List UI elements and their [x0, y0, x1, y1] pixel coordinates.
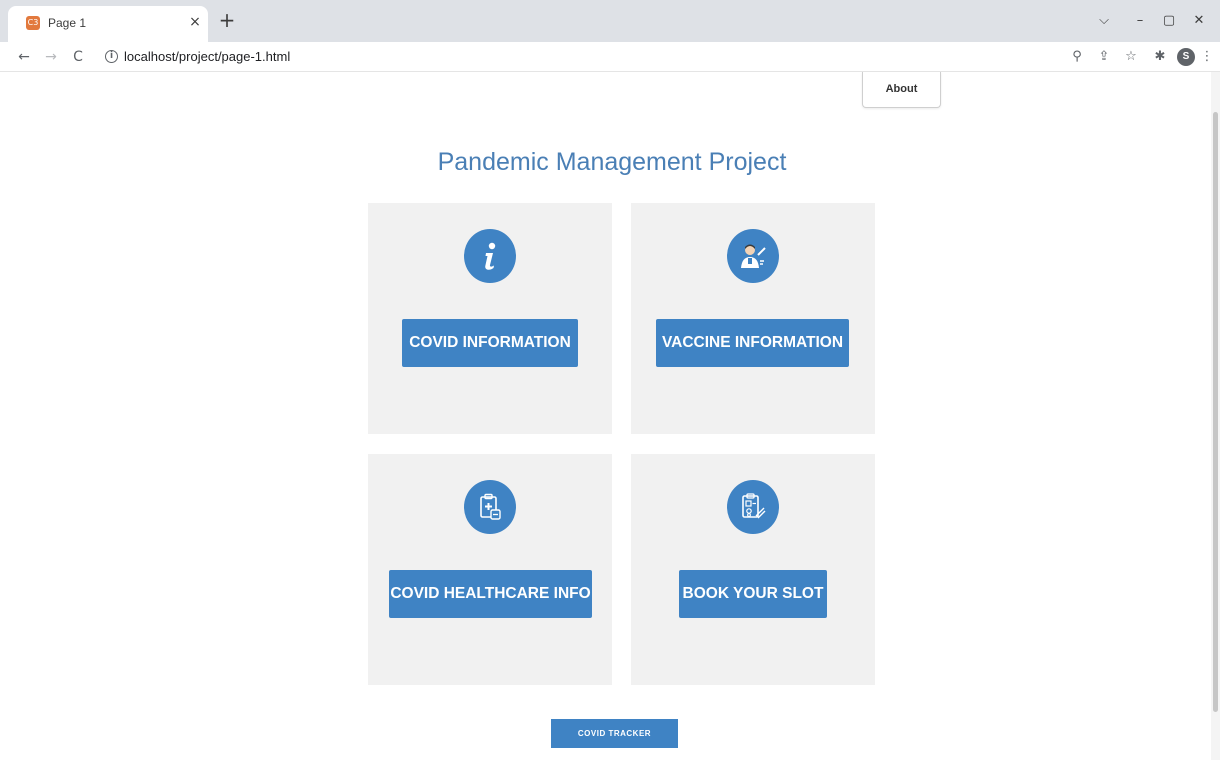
info-icon [464, 229, 516, 283]
browser-toolbar: ← → C i localhost/project/page-1.html ⚲ … [0, 42, 1220, 72]
browser-tab[interactable]: C3 Page 1 × [8, 6, 208, 42]
minimize-icon[interactable]: – [1129, 12, 1151, 30]
back-icon[interactable]: ← [14, 47, 34, 67]
reload-icon[interactable]: C [68, 47, 88, 67]
tab-close-icon[interactable]: × [186, 13, 204, 31]
close-window-icon[interactable]: ✕ [1188, 12, 1210, 30]
address-bar[interactable]: localhost/project/page-1.html [124, 49, 290, 64]
card-covid-healthcare-info: COVID HEALTHCARE INFO [368, 454, 612, 685]
card-vaccine-information: VACCINE INFORMATION [631, 203, 875, 434]
covid-information-button[interactable]: COVID INFORMATION [402, 319, 578, 367]
vaccine-icon [727, 229, 779, 283]
site-info-icon[interactable]: i [105, 50, 118, 63]
bookmark-star-icon[interactable]: ☆ [1122, 48, 1140, 66]
scrollbar-thumb[interactable] [1213, 112, 1218, 712]
chevron-down-icon[interactable]: ⌵ [1093, 12, 1115, 30]
clipboard-icon [464, 480, 516, 534]
maximize-icon[interactable]: ▢ [1158, 12, 1180, 30]
browser-tab-strip: C3 Page 1 × + ⌵ – ▢ ✕ [0, 0, 1220, 42]
new-tab-icon[interactable]: + [216, 10, 238, 32]
zoom-icon[interactable]: ⚲ [1068, 48, 1086, 66]
forward-icon[interactable]: → [41, 47, 61, 67]
share-icon[interactable]: ⇪ [1095, 48, 1113, 66]
page-title: Pandemic Management Project [437, 148, 787, 176]
vaccine-information-button[interactable]: VACCINE INFORMATION [656, 319, 849, 367]
extensions-icon[interactable]: ✱ [1151, 48, 1169, 66]
card-covid-information: COVID INFORMATION [368, 203, 612, 434]
about-button[interactable]: About [862, 72, 941, 108]
profile-avatar[interactable]: S [1177, 48, 1195, 66]
tab-title: Page 1 [48, 16, 87, 30]
favicon-icon: C3 [26, 16, 40, 30]
card-book-your-slot: BOOK YOUR SLOT [631, 454, 875, 685]
book-your-slot-button[interactable]: BOOK YOUR SLOT [679, 570, 827, 618]
browser-menu-icon[interactable]: ⋮ [1198, 48, 1216, 66]
covid-tracker-button[interactable]: COVID TRACKER [551, 719, 678, 748]
booking-icon [727, 480, 779, 534]
covid-healthcare-info-button[interactable]: COVID HEALTHCARE INFO [389, 570, 592, 618]
